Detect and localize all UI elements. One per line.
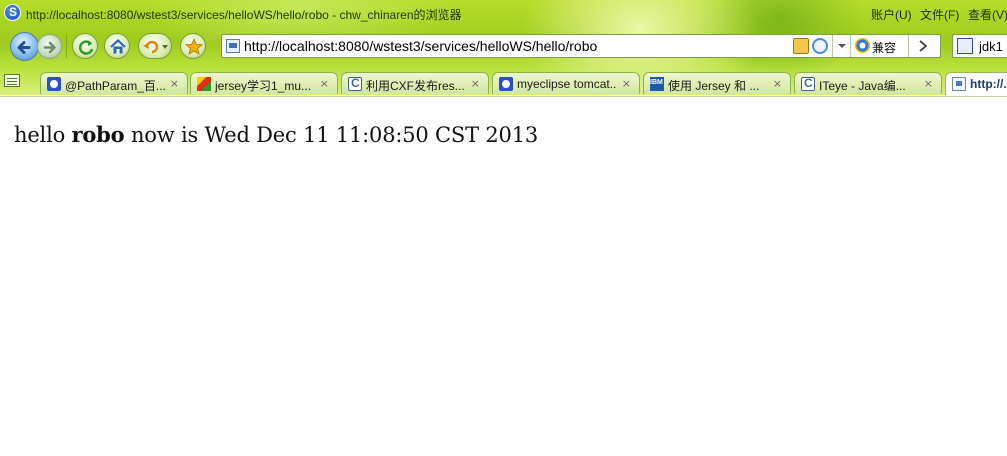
undo-icon bbox=[143, 40, 168, 54]
go-button[interactable] bbox=[908, 35, 936, 57]
favorites-button[interactable] bbox=[180, 33, 206, 59]
tab-jersey-study[interactable]: jersey学习1_mu... × bbox=[190, 72, 338, 94]
tab-label: @PathParam_百... bbox=[65, 79, 165, 93]
menu-file[interactable]: 文件(F) bbox=[920, 6, 959, 23]
search-input[interactable] bbox=[979, 37, 1007, 55]
search-box bbox=[952, 34, 1007, 58]
tab-label: ITeye - Java编... bbox=[819, 79, 906, 93]
tab-label: 使用 Jersey 和 ... bbox=[668, 79, 760, 93]
title-bar: S http://localhost:8080/wstest3/services… bbox=[0, 0, 1007, 26]
tab-label: http://... bbox=[970, 77, 1007, 91]
compat-mode-label: 兼容 bbox=[872, 41, 897, 55]
address-bar: 兼容 bbox=[221, 34, 941, 58]
tab-iteye[interactable]: ITeye - Java编... × bbox=[794, 72, 942, 94]
tab-label: jersey学习1_mu... bbox=[215, 79, 312, 93]
window-title: http://localhost:8080/wstest3/services/h… bbox=[26, 8, 462, 22]
forward-arrow-icon bbox=[43, 41, 56, 54]
close-icon[interactable]: × bbox=[773, 77, 782, 90]
close-icon[interactable]: × bbox=[320, 77, 329, 90]
address-dropdown-button[interactable] bbox=[832, 35, 850, 57]
menu-view[interactable]: 查看(V) bbox=[968, 6, 1007, 23]
tab-strip: @PathParam_百... × jersey学习1_mu... × 利用CX… bbox=[0, 70, 1007, 95]
search-engine-icon[interactable] bbox=[957, 38, 973, 54]
tab-cxf[interactable]: 利用CXF发布res... × bbox=[341, 72, 489, 94]
ibm-icon bbox=[650, 77, 664, 91]
back-button[interactable] bbox=[10, 32, 39, 61]
refresh-icon bbox=[78, 40, 94, 55]
close-icon[interactable]: × bbox=[924, 77, 933, 90]
toolbar-divider bbox=[66, 34, 67, 58]
browser-logo-icon: S bbox=[4, 4, 21, 21]
security-shield-icon[interactable] bbox=[812, 38, 828, 54]
home-button[interactable] bbox=[104, 33, 130, 59]
address-tools: 兼容 bbox=[790, 35, 940, 57]
close-icon[interactable]: × bbox=[622, 77, 631, 90]
refresh-button[interactable] bbox=[72, 33, 98, 59]
back-arrow-icon bbox=[17, 41, 31, 54]
baidu-icon bbox=[499, 77, 513, 91]
star-icon bbox=[184, 37, 204, 55]
response-text: hello robo now is Wed Dec 11 11:08:50 CS… bbox=[14, 122, 538, 147]
compat-mode-button[interactable]: 兼容 bbox=[850, 35, 902, 57]
response-name: robo bbox=[71, 122, 125, 147]
tab-label: 利用CXF发布res... bbox=[366, 79, 465, 93]
rss-icon[interactable] bbox=[793, 38, 809, 54]
home-icon bbox=[110, 38, 126, 54]
close-icon[interactable]: × bbox=[471, 77, 480, 90]
baidu-icon bbox=[47, 77, 61, 91]
page-icon bbox=[952, 77, 966, 91]
url-input[interactable] bbox=[244, 36, 804, 56]
tab-label: myeclipse tomcat... bbox=[517, 77, 617, 91]
c-icon bbox=[801, 76, 815, 91]
undo-closed-tab-button[interactable] bbox=[138, 33, 172, 59]
page-content: hello robo now is Wed Dec 11 11:08:50 CS… bbox=[0, 96, 1007, 456]
chevron-down-icon bbox=[838, 44, 846, 48]
tab-list-icon[interactable] bbox=[4, 74, 20, 87]
close-icon[interactable]: × bbox=[170, 77, 179, 90]
csdn-icon bbox=[197, 77, 211, 91]
menu-account[interactable]: 账户(U) bbox=[871, 6, 912, 23]
response-prefix: hello bbox=[14, 123, 72, 147]
response-suffix: now is Wed Dec 11 11:08:50 CST 2013 bbox=[124, 123, 539, 147]
navigation-bar: 兼容 bbox=[0, 29, 1007, 63]
tab-myeclipse[interactable]: myeclipse tomcat... × bbox=[492, 72, 640, 94]
forward-button[interactable] bbox=[37, 34, 62, 59]
page-icon bbox=[226, 39, 240, 53]
chevron-right-icon bbox=[919, 40, 928, 52]
browser-chrome: S http://localhost:8080/wstest3/services… bbox=[0, 0, 1007, 95]
c-icon bbox=[348, 76, 362, 91]
ie-icon bbox=[855, 38, 870, 53]
tab-pathparam[interactable]: @PathParam_百... × bbox=[40, 72, 188, 94]
tab-ibm-jersey[interactable]: 使用 Jersey 和 ... × bbox=[643, 72, 791, 94]
tab-current[interactable]: http://... bbox=[945, 72, 1007, 95]
